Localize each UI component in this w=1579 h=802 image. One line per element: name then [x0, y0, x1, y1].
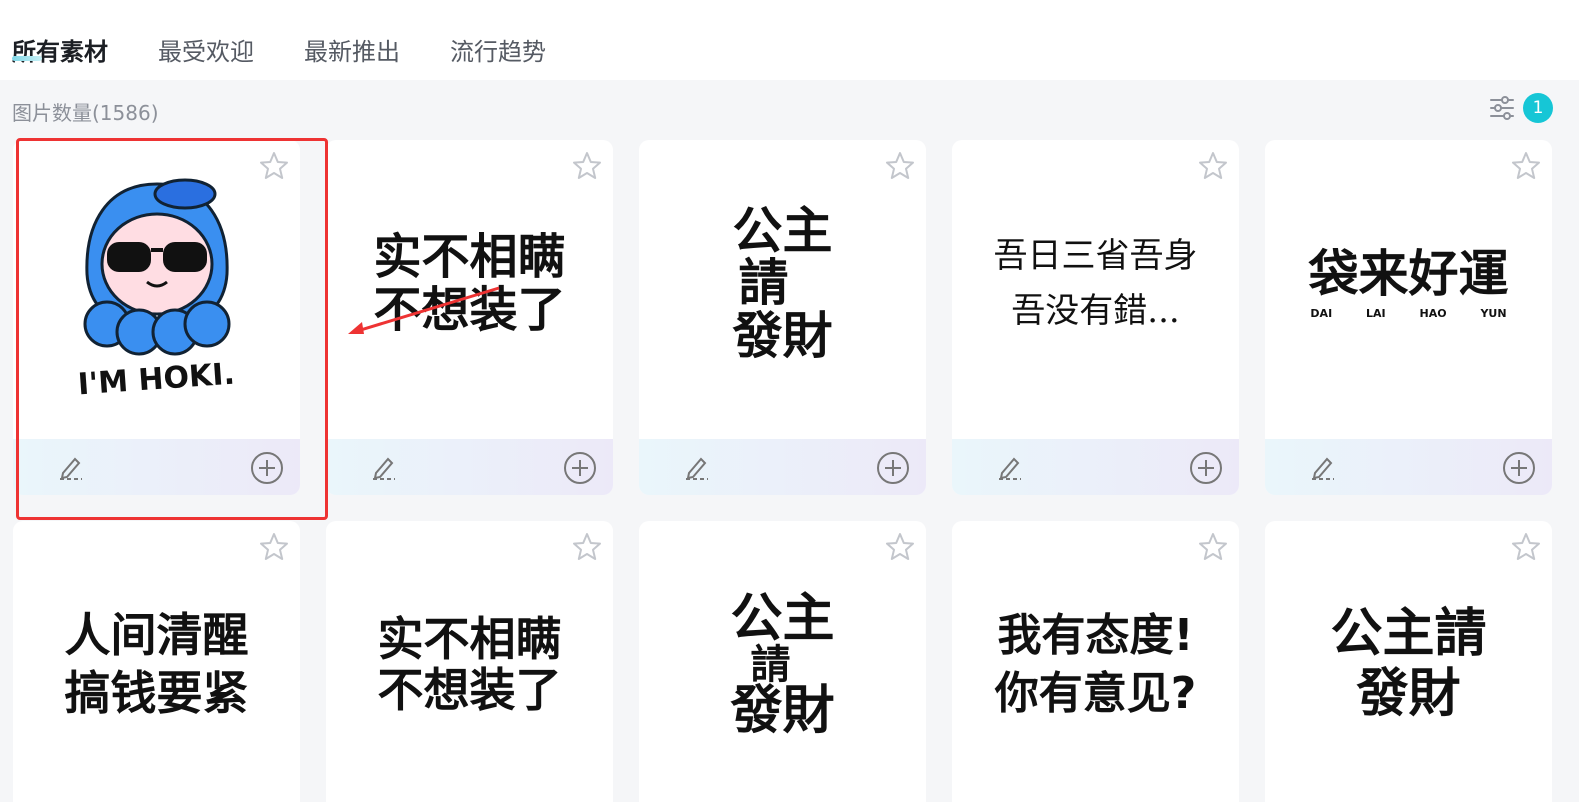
card-action-bar — [639, 439, 926, 495]
favorite-star-icon[interactable] — [1510, 531, 1542, 563]
card-image: 公主 請 發財 — [639, 140, 926, 427]
card-action-bar — [326, 439, 613, 495]
calligraphy-art: 袋来好運 DAI LAI HAO YUN — [1308, 244, 1509, 320]
calligraphy-art: 公主 請 發財 — [730, 588, 835, 741]
material-card[interactable]: 袋来好運 DAI LAI HAO YUN — [1265, 140, 1552, 495]
card-image: 吾日三省吾身 吾没有錯... — [952, 140, 1239, 427]
favorite-star-icon[interactable] — [1510, 150, 1542, 182]
card-image: 公主 請 發財 — [639, 521, 926, 802]
calligraphy-art: 实不相瞒 不想装了 — [377, 611, 562, 717]
add-circle-icon[interactable] — [876, 451, 910, 485]
edit-icon[interactable] — [683, 453, 711, 481]
edit-icon[interactable] — [996, 453, 1024, 481]
add-circle-icon[interactable] — [563, 451, 597, 485]
favorite-star-icon[interactable] — [1197, 531, 1229, 563]
card-image: 袋来好運 DAI LAI HAO YUN — [1265, 140, 1552, 427]
edit-icon[interactable] — [370, 453, 398, 481]
list-toolbar — [0, 80, 1579, 138]
red-arrow-annotation — [348, 286, 500, 334]
tab-all-materials[interactable]: 所有素材 — [12, 32, 108, 67]
edit-icon[interactable] — [1309, 453, 1337, 481]
calligraphy-art: 公主 請 發財 — [732, 201, 833, 365]
card-image: 人间清醒 搞钱要紧 — [13, 521, 300, 802]
card-image: 我有态度! 你有意见? — [952, 521, 1239, 802]
favorite-star-icon[interactable] — [258, 531, 290, 563]
selection-highlight-box — [16, 138, 328, 520]
add-circle-icon[interactable] — [1189, 451, 1223, 485]
calligraphy-art: 人间清醒 搞钱要紧 — [64, 608, 249, 720]
card-image: 公主請 發財 — [1265, 521, 1552, 802]
material-card[interactable]: 人间清醒 搞钱要紧 — [13, 521, 300, 802]
add-circle-icon[interactable] — [1502, 451, 1536, 485]
favorite-star-icon[interactable] — [884, 531, 916, 563]
favorite-star-icon[interactable] — [884, 150, 916, 182]
card-image: 实不相瞒 不想装了 — [326, 140, 613, 427]
filter-count-badge: 1 — [1523, 93, 1553, 123]
material-card[interactable]: 公主 請 發財 — [639, 521, 926, 802]
calligraphy-art: 吾日三省吾身 吾没有錯... — [993, 236, 1198, 331]
tab-trending[interactable]: 流行趋势 — [450, 32, 546, 67]
card-image: 实不相瞒 不想装了 — [326, 521, 613, 802]
favorite-star-icon[interactable] — [571, 150, 603, 182]
tab-most-popular[interactable]: 最受欢迎 — [158, 32, 254, 67]
tab-newest[interactable]: 最新推出 — [304, 32, 400, 67]
card-action-bar — [1265, 439, 1552, 495]
favorite-star-icon[interactable] — [571, 531, 603, 563]
card-action-bar — [952, 439, 1239, 495]
material-card[interactable]: 实不相瞒 不想装了 — [326, 521, 613, 802]
material-card[interactable]: 我有态度! 你有意见? — [952, 521, 1239, 802]
image-count: 图片数量(1586) — [12, 101, 159, 125]
category-tabs: 所有素材 最受欢迎 最新推出 流行趋势 — [0, 0, 1579, 80]
calligraphy-art: 我有态度! 你有意见? — [994, 610, 1197, 719]
material-card[interactable]: 公主 請 發財 — [639, 140, 926, 495]
active-tab-indicator — [12, 56, 42, 61]
calligraphy-art: 公主請 發財 — [1330, 603, 1487, 724]
material-card[interactable]: 公主請 發財 — [1265, 521, 1552, 802]
material-card[interactable]: 吾日三省吾身 吾没有錯... — [952, 140, 1239, 495]
filter-icon[interactable] — [1489, 95, 1515, 121]
favorite-star-icon[interactable] — [1197, 150, 1229, 182]
material-card[interactable]: 实不相瞒 不想装了 — [326, 140, 613, 495]
